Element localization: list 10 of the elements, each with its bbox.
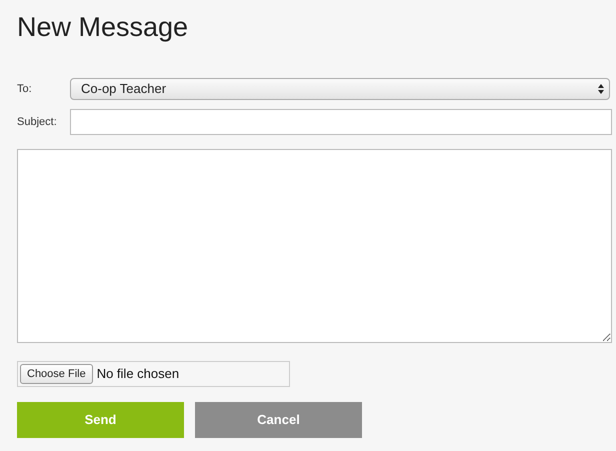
file-status: No file chosen	[96, 365, 180, 384]
recipient-select[interactable]: Co-op Teacher	[70, 78, 610, 100]
subject-field[interactable]	[70, 109, 612, 135]
message-body-field[interactable]	[17, 149, 612, 343]
file-input[interactable]: Choose File No file chosen	[17, 361, 290, 387]
subject-label: Subject:	[17, 114, 58, 130]
choose-file-button[interactable]: Choose File	[20, 364, 93, 384]
page-title: New Message	[17, 11, 188, 44]
to-label: To:	[17, 82, 33, 97]
stepper-icon	[597, 83, 605, 95]
